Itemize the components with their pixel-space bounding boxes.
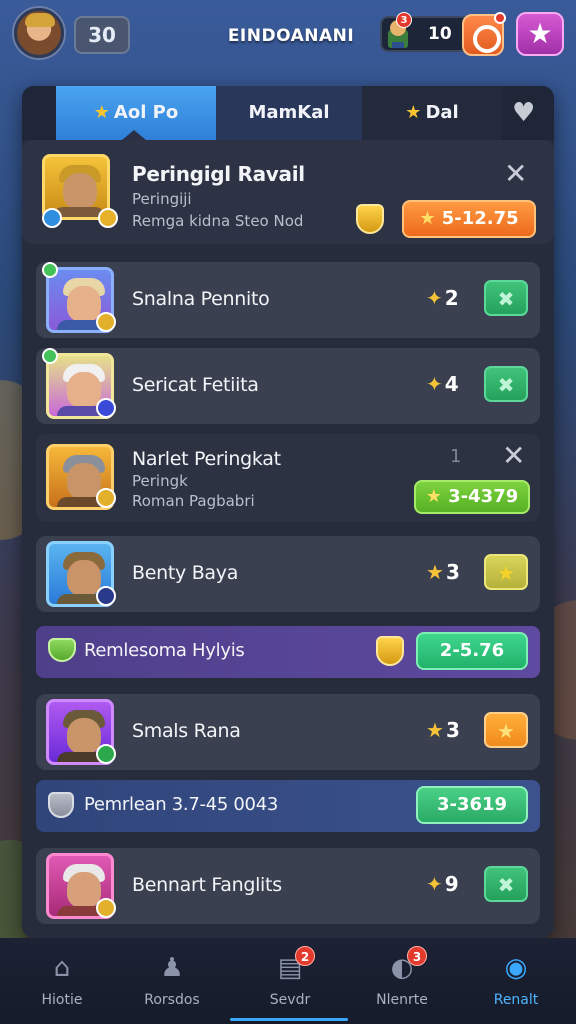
rank-badge-icon	[96, 488, 116, 508]
nav-home[interactable]: ⌂ Hiotie	[12, 946, 112, 1020]
close-icon[interactable]: ✕	[504, 160, 527, 188]
star-icon: ★	[419, 208, 442, 229]
star-icon: ★	[426, 560, 444, 584]
list-item[interactable]: Snalna Pennito ✦ 2 ✖	[36, 262, 540, 338]
featured-name: Peringigl Ravail	[132, 162, 305, 186]
score: ✦ 2	[426, 286, 459, 310]
notification-dot	[494, 12, 506, 24]
player-name: Narlet Peringkat	[132, 448, 281, 470]
tab-1[interactable]: MamKal	[216, 86, 362, 140]
rank-badge-icon	[96, 898, 116, 918]
player-name: Benty Baya	[132, 562, 239, 584]
bonus-label: Remlesoma Hylyis	[84, 640, 245, 661]
rank-badge-icon	[42, 208, 62, 228]
search-icon: ◉	[504, 953, 528, 983]
score: ★ 3	[426, 560, 460, 584]
featured-card: Peringigl Ravail Peringiji Remga kidna S…	[22, 140, 554, 244]
reward-button[interactable]: ★ 5-12.75	[402, 200, 536, 238]
shield-icon	[356, 204, 384, 234]
bottom-nav: ⌂ Hiotie ♟ Rorsdos ▤ 2 Sevdr ◐ 3 Nlenrte ◉…	[0, 938, 576, 1024]
confirm-button[interactable]: ✖	[484, 866, 528, 902]
favorites-button[interactable]: ★	[516, 12, 564, 56]
chat-icon: ◐ 3	[385, 946, 427, 984]
player-detail: Roman Pagbabri	[132, 492, 255, 510]
rank-badge-icon	[96, 312, 116, 332]
shield-icon	[376, 636, 404, 666]
notification-badge: 3	[396, 12, 412, 28]
star-icon: ★	[426, 718, 444, 742]
tab-label: Aol Po	[113, 102, 179, 123]
heart-icon[interactable]: ♥	[512, 98, 535, 128]
player-subtitle: Peringk	[132, 472, 188, 490]
player-name: Sericat Fetiita	[132, 374, 259, 396]
target-button[interactable]	[462, 12, 506, 56]
featured-detail: Remga kidna Steo Nod	[132, 212, 304, 230]
notification-badge: 3	[407, 946, 427, 966]
star-icon: ★	[93, 102, 110, 123]
nav-sevdr[interactable]: ▤ 2 Sevdr	[240, 946, 340, 1020]
bonus-label: Pemrlean 3.7-45 0043	[84, 794, 279, 815]
confirm-button[interactable]: ✖	[484, 280, 528, 316]
bonus-button[interactable]: 3-3619	[416, 786, 528, 824]
nav-renalt[interactable]: ◉ Renalt	[466, 946, 566, 1020]
star-icon: ★	[425, 486, 449, 507]
list-item[interactable]: Smals Rana ★ 3 ★	[36, 694, 540, 770]
rank-badge-icon	[96, 586, 116, 606]
bonus-button[interactable]: 2-5.76	[416, 632, 528, 670]
rank-badge-icon	[96, 744, 116, 764]
favorite-button[interactable]: ★	[484, 712, 528, 748]
player-level: 30	[74, 16, 130, 54]
rank-number: 1	[450, 446, 462, 467]
score: ✦ 9	[426, 872, 459, 896]
tab-label: Dal	[425, 102, 459, 123]
bell-icon: ♟	[160, 953, 184, 983]
online-icon	[42, 348, 58, 364]
star-icon: ★	[527, 17, 553, 50]
rank-badge-icon	[98, 208, 118, 228]
tab-label: MamKal	[248, 102, 330, 123]
confirm-button[interactable]: ✖	[484, 366, 528, 402]
page-title: EINDOANANI	[227, 26, 355, 46]
nav-active-indicator	[230, 1018, 348, 1021]
tab-2[interactable]: ★ Dal	[362, 86, 502, 140]
list-item[interactable]: Sericat Fetiita ✦ 4 ✖	[36, 348, 540, 424]
bonus-strip: Pemrlean 3.7-45 0043 3-3619	[36, 780, 540, 832]
score: ✦ 4	[426, 372, 459, 396]
inbox-icon: ▤ 2	[273, 946, 315, 984]
player-name: Smals Rana	[132, 720, 241, 742]
gem-icon	[48, 638, 76, 662]
resource-value: 10	[428, 24, 452, 44]
leaderboard-panel: ★ Aol Po MamKal ★ Dal ♥ Peringigl Ravail P…	[22, 86, 554, 938]
notification-badge: 2	[295, 946, 315, 966]
list-item[interactable]: Benty Baya ★ 3 ★	[36, 536, 540, 612]
tab-bar: ★ Aol Po MamKal ★ Dal ♥	[22, 86, 554, 140]
rank-badge-icon	[96, 398, 116, 418]
resource-counter[interactable]: 10	[380, 16, 472, 52]
player-name: Snalna Pennito	[132, 288, 270, 310]
list-item-expanded[interactable]: Narlet Peringkat Peringk Roman Pagbabri …	[36, 434, 540, 522]
player-name: Bennart Fanglits	[132, 874, 282, 896]
nav-rorsdos[interactable]: ♟ Rorsdos	[122, 946, 222, 1020]
tab-pointer	[122, 130, 146, 140]
featured-subtitle: Peringiji	[132, 190, 192, 208]
player-avatar[interactable]	[14, 8, 64, 58]
star-icon: ✦	[426, 286, 443, 310]
list-item[interactable]: Bennart Fanglits ✦ 9 ✖	[36, 848, 540, 924]
bonus-strip: Remlesoma Hylyis 2-5.76	[36, 626, 540, 678]
score: ★ 3	[426, 718, 460, 742]
star-icon: ✦	[426, 872, 443, 896]
top-bar: 30 EINDOANANI 10 3 ★	[0, 0, 576, 80]
shield-icon	[48, 792, 74, 818]
reward-button[interactable]: ★ 3-4379	[414, 480, 530, 514]
reward-value: 5-12.75	[441, 208, 519, 229]
nav-nlenrte[interactable]: ◐ 3 Nlenrte	[352, 946, 452, 1020]
star-icon: ✦	[426, 372, 443, 396]
home-icon: ⌂	[53, 953, 71, 983]
favorite-button[interactable]: ★	[484, 554, 528, 590]
online-icon	[42, 262, 58, 278]
close-icon[interactable]: ✕	[502, 442, 525, 470]
star-icon: ★	[405, 102, 422, 123]
